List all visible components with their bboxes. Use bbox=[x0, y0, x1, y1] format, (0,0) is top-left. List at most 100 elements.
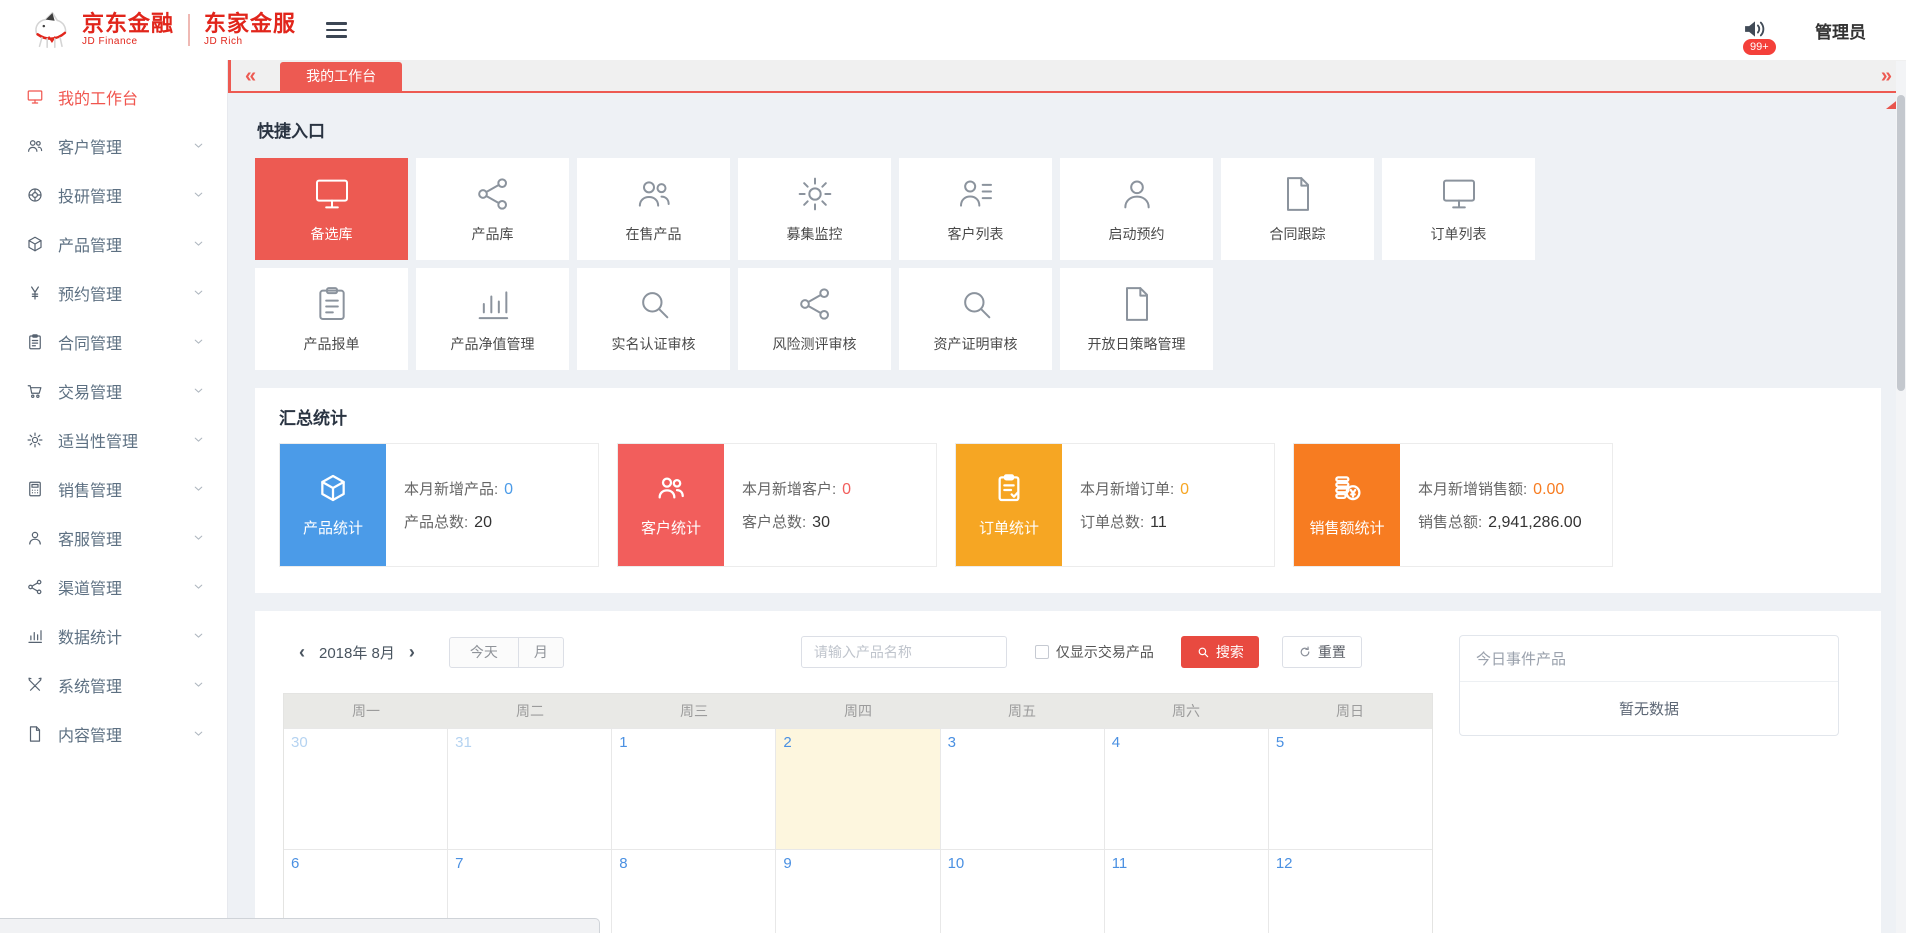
sidebar-item-system[interactable]: 系统管理 bbox=[0, 660, 227, 709]
sidebar-item-products[interactable]: 产品管理 bbox=[0, 219, 227, 268]
day-cell[interactable]: 4 bbox=[1105, 729, 1269, 849]
stat-line-label: 销售总额: bbox=[1418, 514, 1482, 531]
stat-line-value: 11 bbox=[1150, 514, 1167, 531]
trade-only-checkbox[interactable]: 仅显示交易产品 bbox=[1035, 642, 1154, 662]
stat-card-badge: 订单统计 bbox=[956, 444, 1062, 566]
stat-card-name: 产品统计 bbox=[303, 517, 363, 538]
vertical-scrollbar[interactable] bbox=[1896, 61, 1906, 933]
search-button[interactable]: 搜索 bbox=[1181, 636, 1259, 668]
quick-entry-title: 快捷入口 bbox=[257, 117, 1881, 142]
today-button[interactable]: 今天 bbox=[449, 637, 519, 668]
quick-tile-label: 风险测评审核 bbox=[773, 334, 857, 354]
quick-tile-label: 启动预约 bbox=[1109, 224, 1165, 244]
sidebar-item-label: 预约管理 bbox=[58, 281, 192, 305]
sidebar-item-research[interactable]: 投研管理 bbox=[0, 170, 227, 219]
sidebar-item-contracts[interactable]: 合同管理 bbox=[0, 317, 227, 366]
day-cell[interactable]: 1 bbox=[612, 729, 776, 849]
next-month-icon[interactable]: › bbox=[409, 643, 415, 661]
search-icon bbox=[634, 284, 674, 324]
quick-tile-order-list[interactable]: 订单列表 bbox=[1382, 158, 1535, 260]
quick-entry-section: 快捷入口 备选库产品库 在售产品募集监控客户列表启动预约 合同跟踪订单列表产品报单产… bbox=[255, 117, 1881, 370]
quick-tile-product-library[interactable]: 产品库 bbox=[416, 158, 569, 260]
stat-cards: 产品统计本月新增产品:0产品总数:20客户统计本月新增客户:0客户总数:30订单… bbox=[279, 443, 1857, 567]
share-icon bbox=[26, 578, 44, 596]
sidebar-item-customers[interactable]: 客户管理 bbox=[0, 121, 227, 170]
checkbox-icon[interactable] bbox=[1035, 645, 1049, 659]
quick-tile-fundraising-monitor[interactable]: 募集监控 bbox=[738, 158, 891, 260]
day-number: 4 bbox=[1112, 734, 1120, 751]
page-content: 快捷入口 备选库产品库 在售产品募集监控客户列表启动预约 合同跟踪订单列表产品报单产… bbox=[228, 93, 1906, 933]
sidebar-item-sales[interactable]: 销售管理 bbox=[0, 464, 227, 513]
monitor-icon bbox=[26, 88, 44, 106]
day-cell[interactable]: 3 bbox=[941, 729, 1105, 849]
sidebar-item-channels[interactable]: 渠道管理 bbox=[0, 562, 227, 611]
sidebar-item-reservations[interactable]: 预约管理 bbox=[0, 268, 227, 317]
brand-jd-rich: 东家金服 JD Rich bbox=[204, 12, 296, 48]
quick-tile-product-report[interactable]: 产品报单 bbox=[255, 268, 408, 370]
tabs-scroll-left-icon[interactable]: « bbox=[245, 66, 256, 86]
day-cell[interactable]: 8 bbox=[612, 850, 776, 933]
stat-card-order-stats: 订单统计本月新增订单:0订单总数:11 bbox=[955, 443, 1275, 567]
tab-my-workbench[interactable]: 我的工作台 bbox=[280, 62, 402, 91]
stat-line-value: 30 bbox=[812, 514, 830, 531]
sidebar-item-content[interactable]: 内容管理 bbox=[0, 709, 227, 758]
day-cell[interactable]: 5 bbox=[1269, 729, 1432, 849]
stat-card-info: 本月新增产品:0产品总数:20 bbox=[386, 444, 598, 566]
quick-tile-contract-tracking[interactable]: 合同跟踪 bbox=[1221, 158, 1374, 260]
weekday-cell: 周五 bbox=[940, 694, 1104, 728]
notification-speaker[interactable]: 99+ bbox=[1741, 15, 1771, 45]
day-number: 3 bbox=[948, 734, 956, 751]
search-icon bbox=[956, 284, 996, 324]
sidebar-item-statistics[interactable]: 数据统计 bbox=[0, 611, 227, 660]
cube-icon bbox=[317, 472, 349, 504]
day-cell[interactable]: 12 bbox=[1269, 850, 1432, 933]
stat-line-new: 本月新增客户:0 bbox=[742, 478, 936, 499]
sidebar-item-workbench[interactable]: 我的工作台 bbox=[0, 72, 227, 121]
stat-card-name: 订单统计 bbox=[979, 517, 1039, 538]
quick-tile-customer-list[interactable]: 客户列表 bbox=[899, 158, 1052, 260]
stat-line-label: 产品总数: bbox=[404, 514, 468, 531]
user-menu[interactable]: 管理员 bbox=[1815, 18, 1866, 43]
tabs-scroll-right-icon[interactable]: » bbox=[1881, 66, 1892, 86]
product-search-input[interactable] bbox=[801, 636, 1007, 668]
quick-tile-on-sale-products[interactable]: 在售产品 bbox=[577, 158, 730, 260]
chart-icon bbox=[473, 284, 513, 324]
stat-line-label: 本月新增产品: bbox=[404, 481, 498, 498]
reset-button[interactable]: 重置 bbox=[1282, 636, 1362, 668]
quick-tile-backup-pool[interactable]: 备选库 bbox=[255, 158, 408, 260]
main-area: « 我的工作台 » 快捷入口 备选库产品库 在售产品募集监控客户列表启动预约 合同跟… bbox=[228, 60, 1906, 933]
search-button-label: 搜索 bbox=[1216, 642, 1244, 662]
sidebar-item-service[interactable]: 客服管理 bbox=[0, 513, 227, 562]
month-view-button[interactable]: 月 bbox=[518, 637, 564, 668]
sidebar-nav: 我的工作台客户管理投研管理产品管理预约管理合同管理交易管理适当性管理销售管理客服… bbox=[0, 60, 228, 933]
quick-tile-risk-audit[interactable]: 风险测评审核 bbox=[738, 268, 891, 370]
quick-tile-asset-audit[interactable]: 资产证明审核 bbox=[899, 268, 1052, 370]
quick-tile-label: 产品净值管理 bbox=[451, 334, 535, 354]
today-events-empty: 暂无数据 bbox=[1460, 682, 1838, 735]
hamburger-menu-icon[interactable] bbox=[326, 22, 347, 38]
day-cell[interactable]: 9 bbox=[776, 850, 940, 933]
quick-tile-label: 产品库 bbox=[472, 224, 514, 244]
day-cell[interactable]: 31 bbox=[448, 729, 612, 849]
sidebar-item-label: 内容管理 bbox=[58, 722, 192, 746]
day-cell[interactable]: 2 bbox=[776, 729, 940, 849]
file-icon bbox=[26, 725, 44, 743]
file-icon bbox=[1117, 284, 1157, 324]
quick-tile-realname-audit[interactable]: 实名认证审核 bbox=[577, 268, 730, 370]
day-cell[interactable]: 11 bbox=[1105, 850, 1269, 933]
sidebar-item-suitability[interactable]: 适当性管理 bbox=[0, 415, 227, 464]
logo[interactable]: 京东金融 JD Finance 东家金服 JD Rich bbox=[28, 9, 296, 51]
stat-card-badge: 产品统计 bbox=[280, 444, 386, 566]
scrollbar-thumb[interactable] bbox=[1897, 95, 1905, 391]
sidebar-item-trades[interactable]: 交易管理 bbox=[0, 366, 227, 415]
notification-badge: 99+ bbox=[1743, 39, 1776, 55]
prev-month-icon[interactable]: ‹ bbox=[299, 643, 305, 661]
stat-card-customer-stats: 客户统计本月新增客户:0客户总数:30 bbox=[617, 443, 937, 567]
day-number: 12 bbox=[1276, 855, 1293, 872]
brand-divider bbox=[188, 14, 190, 46]
day-cell[interactable]: 10 bbox=[941, 850, 1105, 933]
quick-tile-nav-management[interactable]: 产品净值管理 bbox=[416, 268, 569, 370]
quick-tile-openday-strategy[interactable]: 开放日策略管理 bbox=[1060, 268, 1213, 370]
day-cell[interactable]: 30 bbox=[284, 729, 448, 849]
quick-tile-start-reservation[interactable]: 启动预约 bbox=[1060, 158, 1213, 260]
